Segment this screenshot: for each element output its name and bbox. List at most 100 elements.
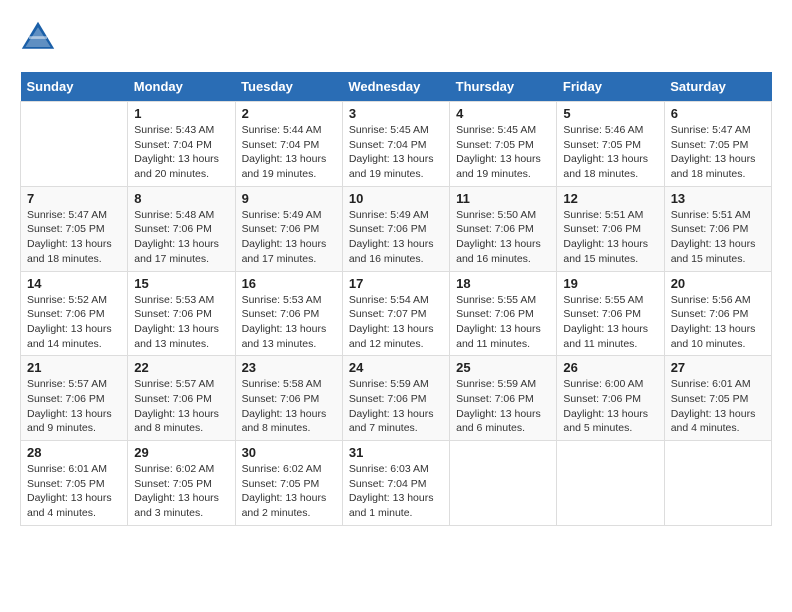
- calendar-header-row: SundayMondayTuesdayWednesdayThursdayFrid…: [21, 72, 772, 102]
- day-number: 8: [134, 191, 228, 206]
- day-info: Sunrise: 5:49 AMSunset: 7:06 PMDaylight:…: [349, 208, 443, 267]
- week-row-2: 7 Sunrise: 5:47 AMSunset: 7:05 PMDaylight…: [21, 186, 772, 271]
- calendar-cell: 12 Sunrise: 5:51 AMSunset: 7:06 PMDayligh…: [557, 186, 664, 271]
- day-info: Sunrise: 6:02 AMSunset: 7:05 PMDaylight:…: [134, 462, 228, 521]
- day-info: Sunrise: 5:55 AMSunset: 7:06 PMDaylight:…: [563, 293, 657, 352]
- calendar-cell: 27 Sunrise: 6:01 AMSunset: 7:05 PMDayligh…: [664, 356, 771, 441]
- day-number: 6: [671, 106, 765, 121]
- day-number: 19: [563, 276, 657, 291]
- calendar-cell: 7 Sunrise: 5:47 AMSunset: 7:05 PMDaylight…: [21, 186, 128, 271]
- week-row-5: 28 Sunrise: 6:01 AMSunset: 7:05 PMDayligh…: [21, 441, 772, 526]
- day-number: 13: [671, 191, 765, 206]
- day-number: 5: [563, 106, 657, 121]
- calendar-cell: 21 Sunrise: 5:57 AMSunset: 7:06 PMDayligh…: [21, 356, 128, 441]
- calendar-cell: 3 Sunrise: 5:45 AMSunset: 7:04 PMDaylight…: [342, 102, 449, 187]
- calendar-cell: 5 Sunrise: 5:46 AMSunset: 7:05 PMDaylight…: [557, 102, 664, 187]
- logo-icon: [20, 20, 56, 56]
- day-info: Sunrise: 5:45 AMSunset: 7:05 PMDaylight:…: [456, 123, 550, 182]
- day-info: Sunrise: 5:48 AMSunset: 7:06 PMDaylight:…: [134, 208, 228, 267]
- day-number: 29: [134, 445, 228, 460]
- week-row-3: 14 Sunrise: 5:52 AMSunset: 7:06 PMDayligh…: [21, 271, 772, 356]
- day-info: Sunrise: 6:02 AMSunset: 7:05 PMDaylight:…: [242, 462, 336, 521]
- day-info: Sunrise: 5:47 AMSunset: 7:05 PMDaylight:…: [27, 208, 121, 267]
- calendar-cell: [21, 102, 128, 187]
- calendar-cell: [664, 441, 771, 526]
- calendar-cell: 18 Sunrise: 5:55 AMSunset: 7:06 PMDayligh…: [450, 271, 557, 356]
- day-number: 2: [242, 106, 336, 121]
- day-info: Sunrise: 6:01 AMSunset: 7:05 PMDaylight:…: [671, 377, 765, 436]
- day-number: 28: [27, 445, 121, 460]
- header-saturday: Saturday: [664, 72, 771, 102]
- calendar-cell: 29 Sunrise: 6:02 AMSunset: 7:05 PMDayligh…: [128, 441, 235, 526]
- calendar-cell: 23Sunrise: 5:58 AMSunset: 7:06 PMDayligh…: [235, 356, 342, 441]
- calendar-cell: 4 Sunrise: 5:45 AMSunset: 7:05 PMDaylight…: [450, 102, 557, 187]
- day-info: Sunrise: 5:46 AMSunset: 7:05 PMDaylight:…: [563, 123, 657, 182]
- day-info: Sunrise: 5:56 AMSunset: 7:06 PMDaylight:…: [671, 293, 765, 352]
- day-info: Sunrise: 6:00 AMSunset: 7:06 PMDaylight:…: [563, 377, 657, 436]
- calendar-cell: 22Sunrise: 5:57 AMSunset: 7:06 PMDayligh…: [128, 356, 235, 441]
- day-number: 31: [349, 445, 443, 460]
- day-number: 18: [456, 276, 550, 291]
- day-number: 25: [456, 360, 550, 375]
- calendar-cell: 26 Sunrise: 6:00 AMSunset: 7:06 PMDayligh…: [557, 356, 664, 441]
- week-row-1: 1Sunrise: 5:43 AMSunset: 7:04 PMDaylight…: [21, 102, 772, 187]
- header-sunday: Sunday: [21, 72, 128, 102]
- day-number: 27: [671, 360, 765, 375]
- page-header: [20, 20, 772, 56]
- day-info: Sunrise: 5:59 AMSunset: 7:06 PMDaylight:…: [349, 377, 443, 436]
- day-number: 20: [671, 276, 765, 291]
- day-info: Sunrise: 5:51 AMSunset: 7:06 PMDaylight:…: [563, 208, 657, 267]
- calendar-cell: 14 Sunrise: 5:52 AMSunset: 7:06 PMDayligh…: [21, 271, 128, 356]
- calendar-cell: 2 Sunrise: 5:44 AMSunset: 7:04 PMDaylight…: [235, 102, 342, 187]
- calendar-cell: 19 Sunrise: 5:55 AMSunset: 7:06 PMDayligh…: [557, 271, 664, 356]
- day-number: 24: [349, 360, 443, 375]
- header-friday: Friday: [557, 72, 664, 102]
- day-number: 12: [563, 191, 657, 206]
- day-info: Sunrise: 5:53 AMSunset: 7:06 PMDaylight:…: [242, 293, 336, 352]
- day-info: Sunrise: 5:59 AMSunset: 7:06 PMDaylight:…: [456, 377, 550, 436]
- day-number: 7: [27, 191, 121, 206]
- day-number: 4: [456, 106, 550, 121]
- day-info: Sunrise: 5:52 AMSunset: 7:06 PMDaylight:…: [27, 293, 121, 352]
- day-number: 14: [27, 276, 121, 291]
- calendar-cell: 1Sunrise: 5:43 AMSunset: 7:04 PMDaylight…: [128, 102, 235, 187]
- day-number: 23: [242, 360, 336, 375]
- day-number: 26: [563, 360, 657, 375]
- calendar-cell: [557, 441, 664, 526]
- logo: [20, 20, 60, 56]
- day-number: 10: [349, 191, 443, 206]
- calendar-cell: 28 Sunrise: 6:01 AMSunset: 7:05 PMDayligh…: [21, 441, 128, 526]
- calendar-cell: 10 Sunrise: 5:49 AMSunset: 7:06 PMDayligh…: [342, 186, 449, 271]
- calendar-cell: 6Sunrise: 5:47 AMSunset: 7:05 PMDaylight…: [664, 102, 771, 187]
- calendar-cell: 17Sunrise: 5:54 AMSunset: 7:07 PMDayligh…: [342, 271, 449, 356]
- day-info: Sunrise: 5:53 AMSunset: 7:06 PMDaylight:…: [134, 293, 228, 352]
- day-info: Sunrise: 5:43 AMSunset: 7:04 PMDaylight:…: [134, 123, 228, 182]
- day-info: Sunrise: 5:55 AMSunset: 7:06 PMDaylight:…: [456, 293, 550, 352]
- calendar-cell: 11Sunrise: 5:50 AMSunset: 7:06 PMDayligh…: [450, 186, 557, 271]
- day-info: Sunrise: 5:45 AMSunset: 7:04 PMDaylight:…: [349, 123, 443, 182]
- day-info: Sunrise: 6:01 AMSunset: 7:05 PMDaylight:…: [27, 462, 121, 521]
- calendar-cell: 30Sunrise: 6:02 AMSunset: 7:05 PMDayligh…: [235, 441, 342, 526]
- day-number: 21: [27, 360, 121, 375]
- day-info: Sunrise: 6:03 AMSunset: 7:04 PMDaylight:…: [349, 462, 443, 521]
- week-row-4: 21 Sunrise: 5:57 AMSunset: 7:06 PMDayligh…: [21, 356, 772, 441]
- calendar-cell: [450, 441, 557, 526]
- calendar-cell: 31 Sunrise: 6:03 AMSunset: 7:04 PMDayligh…: [342, 441, 449, 526]
- day-number: 3: [349, 106, 443, 121]
- calendar-cell: 25 Sunrise: 5:59 AMSunset: 7:06 PMDayligh…: [450, 356, 557, 441]
- calendar-cell: 13 Sunrise: 5:51 AMSunset: 7:06 PMDayligh…: [664, 186, 771, 271]
- header-thursday: Thursday: [450, 72, 557, 102]
- calendar-cell: 20 Sunrise: 5:56 AMSunset: 7:06 PMDayligh…: [664, 271, 771, 356]
- day-info: Sunrise: 5:50 AMSunset: 7:06 PMDaylight:…: [456, 208, 550, 267]
- day-info: Sunrise: 5:57 AMSunset: 7:06 PMDaylight:…: [27, 377, 121, 436]
- calendar-cell: 9Sunrise: 5:49 AMSunset: 7:06 PMDaylight…: [235, 186, 342, 271]
- calendar-cell: 16Sunrise: 5:53 AMSunset: 7:06 PMDayligh…: [235, 271, 342, 356]
- header-tuesday: Tuesday: [235, 72, 342, 102]
- header-monday: Monday: [128, 72, 235, 102]
- day-number: 22: [134, 360, 228, 375]
- day-info: Sunrise: 5:44 AMSunset: 7:04 PMDaylight:…: [242, 123, 336, 182]
- day-info: Sunrise: 5:51 AMSunset: 7:06 PMDaylight:…: [671, 208, 765, 267]
- day-number: 9: [242, 191, 336, 206]
- day-number: 17: [349, 276, 443, 291]
- calendar-cell: 24 Sunrise: 5:59 AMSunset: 7:06 PMDayligh…: [342, 356, 449, 441]
